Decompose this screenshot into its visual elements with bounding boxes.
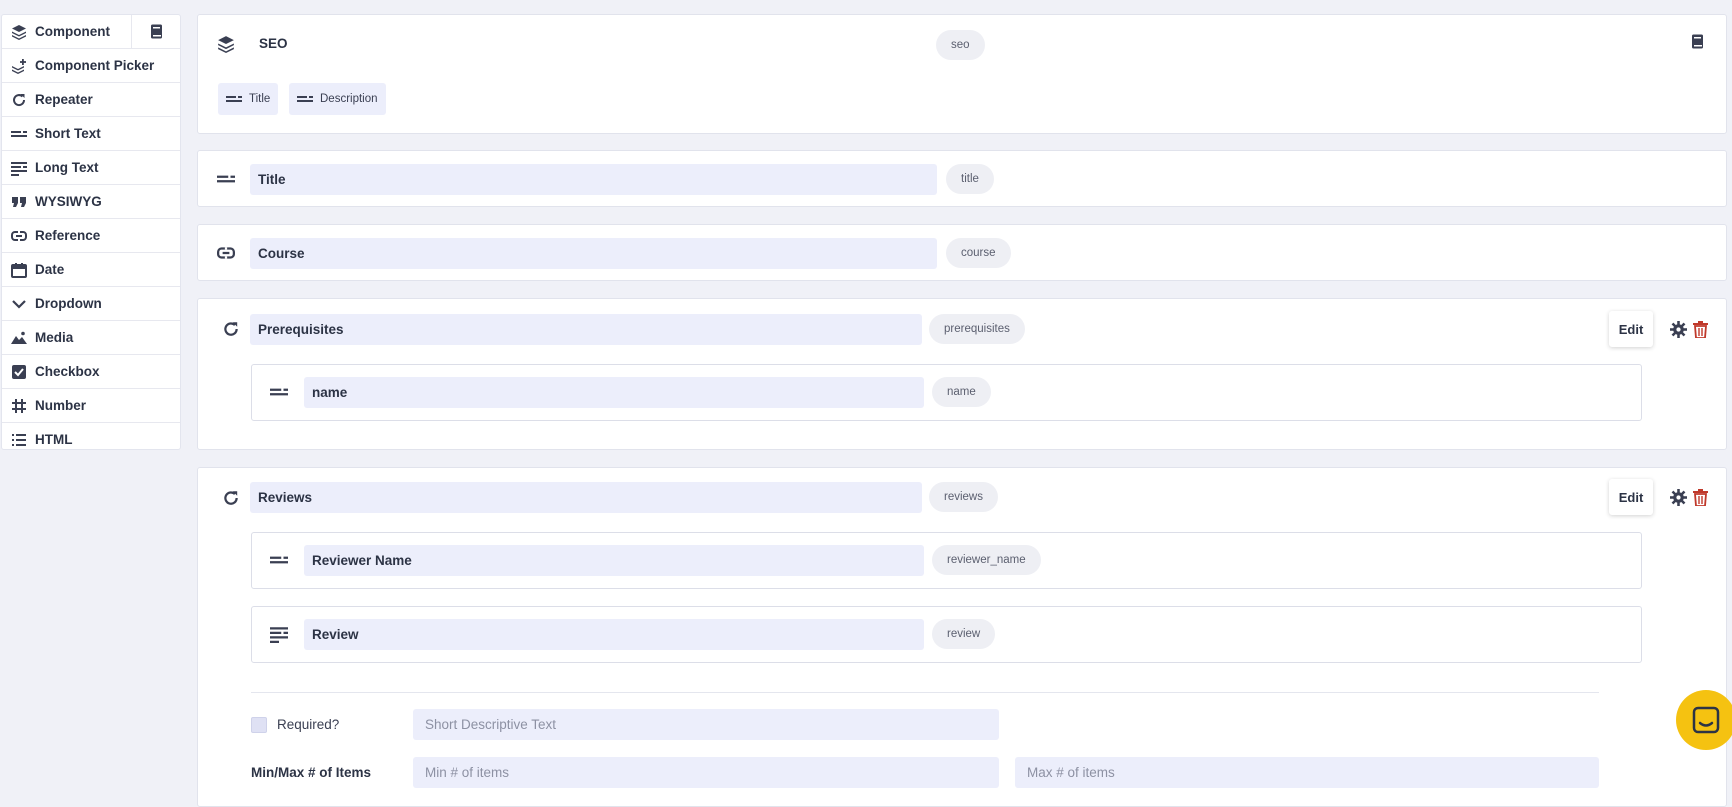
sidebar-item-label: Short Text (35, 126, 101, 141)
sidebar-item-label: Checkbox (35, 364, 100, 379)
sidebar-item-label: Dropdown (35, 296, 102, 311)
sidebar-item-checkbox[interactable]: Checkbox (2, 355, 180, 389)
field-reviews: Reviews reviews Edit Reviewer Name revie… (197, 467, 1727, 807)
repeat-icon (220, 318, 242, 340)
trash-icon[interactable] (1690, 487, 1710, 507)
min-items-input[interactable]: Min # of items (413, 757, 999, 788)
repeat-icon (11, 92, 27, 108)
hash-icon (11, 398, 27, 414)
sidebar-item-label: Number (35, 398, 87, 413)
sidebar-item-component-picker[interactable]: Component Picker (2, 49, 180, 83)
book-icon[interactable] (1691, 34, 1704, 54)
sidebar-item-wysiwyg[interactable]: WYSIWYG (2, 185, 180, 219)
chip-label: Description (320, 93, 378, 105)
short-text-icon (11, 126, 27, 142)
field-key-badge: prerequisites (929, 314, 1025, 344)
component-sidebar: Component Component Picker Repeater Shor… (1, 14, 181, 450)
link-icon (215, 242, 237, 264)
repeat-icon (220, 487, 242, 509)
field-label-input[interactable]: name (304, 377, 924, 408)
sidebar-item-label: Media (35, 330, 74, 345)
image-icon (11, 330, 27, 346)
short-text-icon (226, 96, 242, 102)
link-icon (11, 228, 27, 244)
seo-title: SEO (259, 36, 288, 51)
sidebar-item-label: Reference (35, 228, 101, 243)
gear-icon[interactable] (1668, 487, 1688, 507)
repeater-child-name: name name (251, 364, 1642, 421)
seo-chip-description[interactable]: Description (289, 83, 386, 115)
field-key-badge: title (946, 164, 994, 194)
repeater-child-reviewer-name: Reviewer Name reviewer_name (251, 532, 1642, 589)
chat-help-button[interactable] (1676, 690, 1732, 750)
sidebar-item-component[interactable]: Component (2, 15, 180, 49)
sidebar-item-label: Date (35, 262, 65, 277)
sidebar-item-media[interactable]: Media (2, 321, 180, 355)
checkbox-icon (11, 364, 27, 380)
max-items-input[interactable]: Max # of items (1015, 757, 1599, 788)
repeater-child-review: Review review (251, 606, 1642, 663)
sidebar-item-label: Repeater (35, 92, 93, 107)
field-prerequisites: Prerequisites prerequisites Edit name na… (197, 298, 1727, 450)
minmax-label: Min/Max # of Items (251, 765, 372, 780)
gear-icon[interactable] (1668, 319, 1688, 339)
field-key-badge: name (932, 377, 991, 407)
field-label-input[interactable]: Review (304, 619, 924, 650)
field-label-input[interactable]: Title (250, 164, 937, 195)
short-text-icon (297, 96, 313, 102)
sidebar-item-label: HTML (35, 432, 73, 447)
field-key-badge: course (946, 238, 1011, 268)
layers-plus-icon (11, 58, 27, 74)
field-course: Course course (197, 224, 1727, 281)
sidebar-item-long-text[interactable]: Long Text (2, 151, 180, 185)
chat-icon (1692, 706, 1720, 734)
long-text-icon (268, 623, 290, 645)
edit-button[interactable]: Edit (1609, 479, 1653, 515)
sidebar-item-label: Component Picker (35, 58, 155, 73)
divider (251, 692, 1599, 693)
trash-icon[interactable] (1690, 319, 1710, 339)
short-text-icon (215, 168, 237, 190)
required-label: Required? (277, 717, 340, 732)
sidebar-item-reference[interactable]: Reference (2, 219, 180, 253)
quote-icon (11, 194, 27, 210)
field-key-badge: review (932, 619, 996, 649)
field-label-input[interactable]: Course (250, 238, 937, 269)
edit-button[interactable]: Edit (1609, 311, 1653, 347)
sidebar-item-number[interactable]: Number (2, 389, 180, 423)
field-key-badge: reviewer_name (932, 545, 1041, 575)
field-title: Title title (197, 150, 1727, 207)
chip-label: Title (249, 93, 271, 105)
layers-icon (215, 33, 237, 55)
seo-chip-title[interactable]: Title (218, 83, 279, 115)
description-input[interactable]: Short Descriptive Text (413, 709, 999, 740)
sidebar-item-date[interactable]: Date (2, 253, 180, 287)
sidebar-item-repeater[interactable]: Repeater (2, 83, 180, 117)
calendar-icon (11, 262, 27, 278)
sidebar-item-html[interactable]: HTML (2, 423, 180, 456)
field-label-input[interactable]: Prerequisites (250, 314, 922, 345)
layers-icon (11, 24, 27, 40)
sidebar-item-label: Component (35, 24, 110, 39)
seo-component-panel: SEO seo Title Description (197, 14, 1727, 134)
short-text-icon (268, 549, 290, 571)
field-key-badge: reviews (929, 482, 998, 512)
chevron-down-icon (11, 296, 27, 312)
book-icon[interactable] (131, 15, 180, 48)
sidebar-item-label: Long Text (35, 160, 99, 175)
required-checkbox[interactable] (251, 717, 267, 733)
sidebar-item-short-text[interactable]: Short Text (2, 117, 180, 151)
sidebar-item-dropdown[interactable]: Dropdown (2, 287, 180, 321)
seo-key-badge: seo (936, 30, 985, 60)
short-text-icon (268, 381, 290, 403)
field-label-input[interactable]: Reviewer Name (304, 545, 924, 576)
long-text-icon (11, 160, 27, 176)
field-label-input[interactable]: Reviews (250, 482, 922, 513)
list-icon (11, 432, 27, 448)
sidebar-item-label: WYSIWYG (35, 194, 102, 209)
